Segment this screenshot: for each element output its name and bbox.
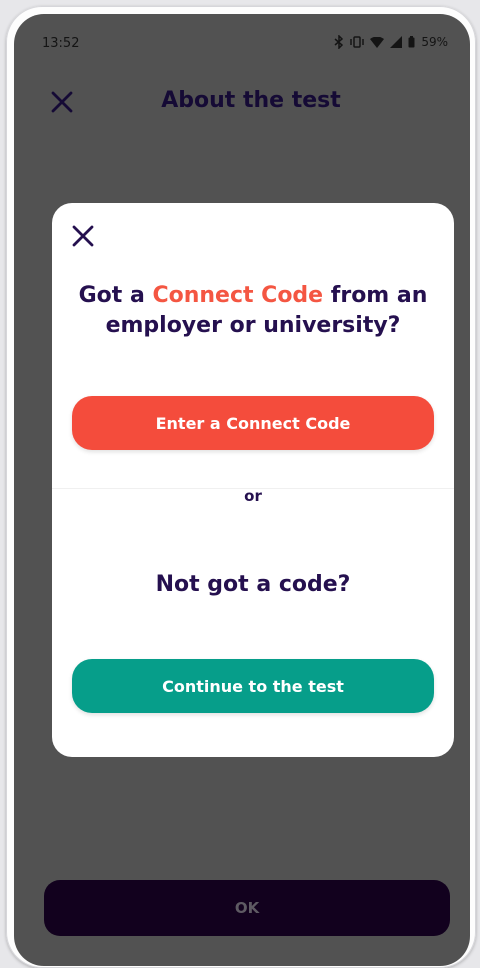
dialog-heading: Got a Connect Code from an employer or u… xyxy=(62,281,444,341)
status-time: 13:52 xyxy=(42,36,80,51)
status-bar: 13:52 59% xyxy=(14,14,470,62)
heading-text: Got a xyxy=(78,283,153,308)
continue-to-test-button[interactable]: Continue to the test xyxy=(72,659,434,713)
battery-icon xyxy=(408,36,415,48)
page-header: About the test xyxy=(14,76,470,126)
vibrate-icon xyxy=(350,36,365,48)
connect-code-highlight: Connect Code xyxy=(152,283,324,308)
or-label: or xyxy=(244,487,262,505)
close-icon[interactable] xyxy=(72,225,94,247)
wifi-icon xyxy=(370,36,385,48)
enter-connect-code-button[interactable]: Enter a Connect Code xyxy=(72,396,434,450)
no-code-heading: Not got a code? xyxy=(155,572,351,597)
connect-code-dialog: Got a Connect Code from an employer or u… xyxy=(52,203,454,757)
battery-percent: 59% xyxy=(421,35,448,49)
page-title: About the test xyxy=(161,88,341,113)
status-icons: 59% xyxy=(334,35,448,49)
signal-icon xyxy=(390,36,403,48)
ok-button[interactable]: OK xyxy=(44,880,450,936)
app-screen: 13:52 59% About the test Got a Connect C… xyxy=(14,14,470,966)
phone-frame: 13:52 59% About the test Got a Connect C… xyxy=(6,6,476,968)
bluetooth-icon xyxy=(334,35,344,49)
